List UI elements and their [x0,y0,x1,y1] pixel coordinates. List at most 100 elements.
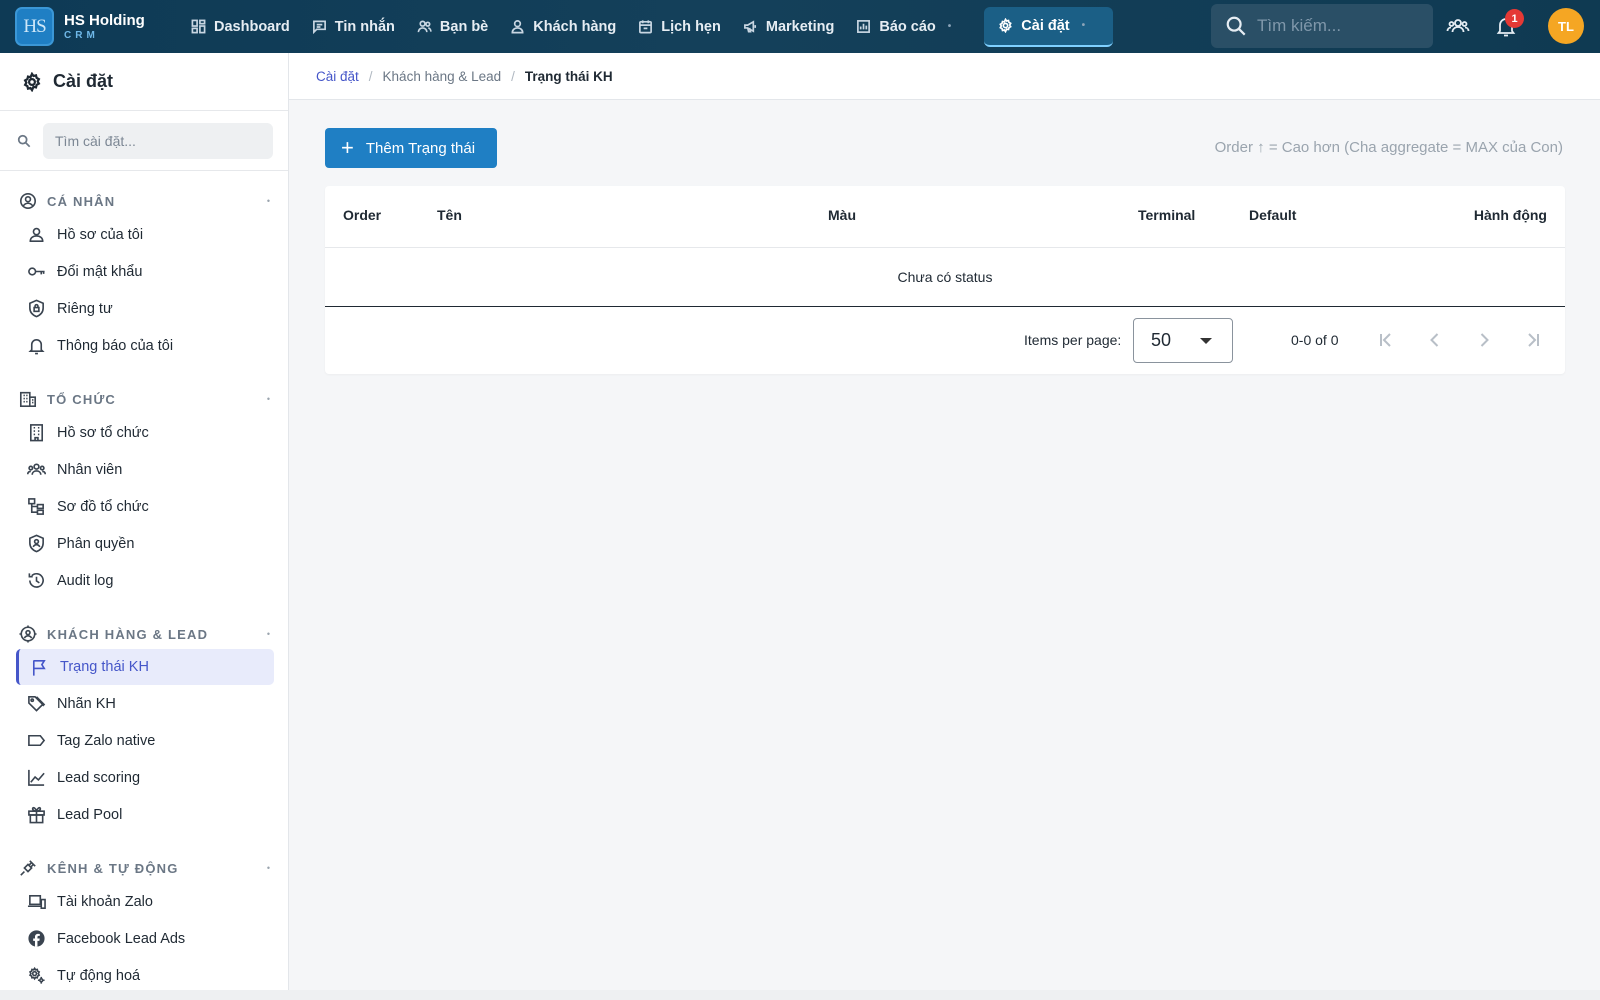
group-channels-automation[interactable]: KÊNH & TỰ ĐỘNG • [0,853,288,883]
sidebar-item-audit-log[interactable]: Audit log [0,562,274,599]
sidebar-item-org-chart[interactable]: Sơ đồ tổ chức [0,488,274,525]
calendar-icon [639,20,653,34]
nav-marketing[interactable]: Marketing [732,7,846,47]
sidebar-item-customer-status[interactable]: Trạng thái KH [16,649,274,685]
nav-settings[interactable]: Cài đặt • [984,6,1114,47]
sidebar-search-input[interactable] [43,122,273,159]
sidebar-item-zalo-accounts[interactable]: Tài khoản Zalo [0,883,274,920]
status-table: Order Tên Màu Terminal Default Hành động… [325,186,1565,374]
sidebar-item-label: Hồ sơ của tôi [57,226,144,243]
paginator: Items per page: 50 0-0 of 0 [325,307,1565,374]
empty-state-text: Chưa có status [897,269,993,285]
building-icon [19,391,37,408]
flag-icon [32,659,46,676]
breadcrumb: Cài đặt / Khách hàng & Lead / Trạng thái… [289,53,1600,100]
sidebar-item-facebook-lead-ads[interactable]: Facebook Lead Ads [0,920,274,957]
brand-logo: HS [15,7,54,46]
caret-down-icon [1200,338,1212,344]
tags-icon [28,696,46,712]
user-circle-icon [19,192,37,210]
column-header-name[interactable]: Tên [437,207,462,223]
collapse-indicator: • [266,863,270,873]
brand-name: HS Holding [64,11,145,29]
nav-label: Bạn bè [439,18,489,35]
group-personal[interactable]: CÁ NHÂN • [0,186,288,216]
sidebar-item-label: Tự động hoá [57,967,141,984]
breadcrumb-section[interactable]: Khách hàng & Lead [383,69,502,84]
team-icon [1446,19,1470,33]
line-chart-icon [28,769,45,786]
items-per-page-select[interactable]: 50 [1133,318,1233,363]
column-header-order[interactable]: Order [343,207,381,223]
sidebar-item-my-profile[interactable]: Hồ sơ của tôi [0,216,274,253]
sidebar-item-employees[interactable]: Nhân viên [0,451,274,488]
first-page-button[interactable] [1374,328,1398,352]
nav-label: Báo cáo [879,18,936,35]
sidebar-item-permissions[interactable]: Phân quyền [0,525,274,562]
nav-appointments[interactable]: Lịch hẹn [627,7,732,47]
page-range: 0-0 of 0 [1291,332,1339,348]
sidebar-title: Cài đặt [53,71,114,91]
sidebar-item-label: Nhân viên [57,461,123,478]
user-avatar[interactable]: TL [1548,8,1584,44]
key-icon [28,267,45,276]
group-customers-leads[interactable]: KHÁCH HÀNG & LEAD • [0,619,288,649]
nav-dashboard[interactable]: Dashboard [180,7,301,47]
sidebar-item-privacy[interactable]: Riêng tư [0,290,274,327]
nav-label: Lịch hẹn [661,18,721,35]
org-chart-icon [28,498,44,515]
shield-user-icon [29,534,44,553]
sidebar-item-change-password[interactable]: Đổi mật khẩu [0,253,274,290]
items-per-page-label: Items per page: [1024,332,1122,348]
table-header: Order Tên Màu Terminal Default Hành động [325,186,1565,248]
sidebar-item-label: Riêng tư [57,300,113,317]
nav-label: Marketing [765,18,835,35]
bell-icon [28,339,45,355]
column-header-terminal[interactable]: Terminal [1138,207,1195,223]
megaphone-icon [743,20,756,33]
sidebar-item-org-profile[interactable]: Hồ sơ tổ chức [0,414,274,451]
column-header-color[interactable]: Màu [828,207,856,223]
brand[interactable]: HS HS Holding CRM [15,7,180,46]
collapse-indicator: • [266,394,270,404]
nav-customers[interactable]: Khách hàng [499,7,627,47]
dropdown-indicator: • [947,21,952,32]
nav-friends[interactable]: Bạn bè [406,7,499,47]
gears-icon [28,966,45,984]
group-organization[interactable]: TỔ CHỨC • [0,384,288,414]
sidebar-item-label: Thông báo của tôi [57,337,174,354]
sidebar-item-lead-pool[interactable]: Lead Pool [0,796,274,833]
main-nav: Dashboard Tin nhắn Bạn bè Khách hàng Lịc… [180,0,1114,53]
sidebar-item-customer-tags[interactable]: Nhãn KH [0,685,274,722]
global-search-input[interactable] [1257,16,1417,36]
column-header-default[interactable]: Default [1249,207,1296,223]
gear-icon [23,71,41,92]
breadcrumb-root[interactable]: Cài đặt [316,69,359,84]
sidebar-item-my-notifications[interactable]: Thông báo của tôi [0,327,274,364]
bottom-strip [0,990,1600,1000]
collapse-indicator: • [266,196,270,206]
search-icon [1226,16,1246,36]
team-button[interactable] [1446,14,1470,38]
sidebar-item-label: Đổi mật khẩu [57,263,143,280]
person-icon [29,227,44,242]
global-search [1211,4,1433,48]
group-label: KHÁCH HÀNG & LEAD [47,626,209,642]
sidebar-item-lead-scoring[interactable]: Lead scoring [0,759,274,796]
breadcrumb-current: Trạng thái KH [524,68,613,84]
previous-page-button[interactable] [1423,328,1447,352]
next-page-button[interactable] [1472,328,1496,352]
sidebar-search [0,111,288,171]
nav-reports[interactable]: Báo cáo • [845,7,962,47]
breadcrumb-separator: / [368,68,373,84]
add-status-button[interactable]: + Thêm Trạng thái [325,128,497,168]
sidebar-item-label: Tag Zalo native [57,732,156,749]
sidebar-item-label: Trạng thái KH [60,659,149,675]
nav-messages[interactable]: Tin nhắn [301,7,406,47]
sidebar-item-zalo-tags[interactable]: Tag Zalo native [0,722,274,759]
sidebar-item-automation[interactable]: Tự động hoá [0,957,274,994]
last-page-button[interactable] [1521,328,1545,352]
shield-lock-icon [29,299,44,318]
nav-label: Cài đặt [1021,17,1070,34]
dropdown-indicator: • [1081,20,1086,31]
